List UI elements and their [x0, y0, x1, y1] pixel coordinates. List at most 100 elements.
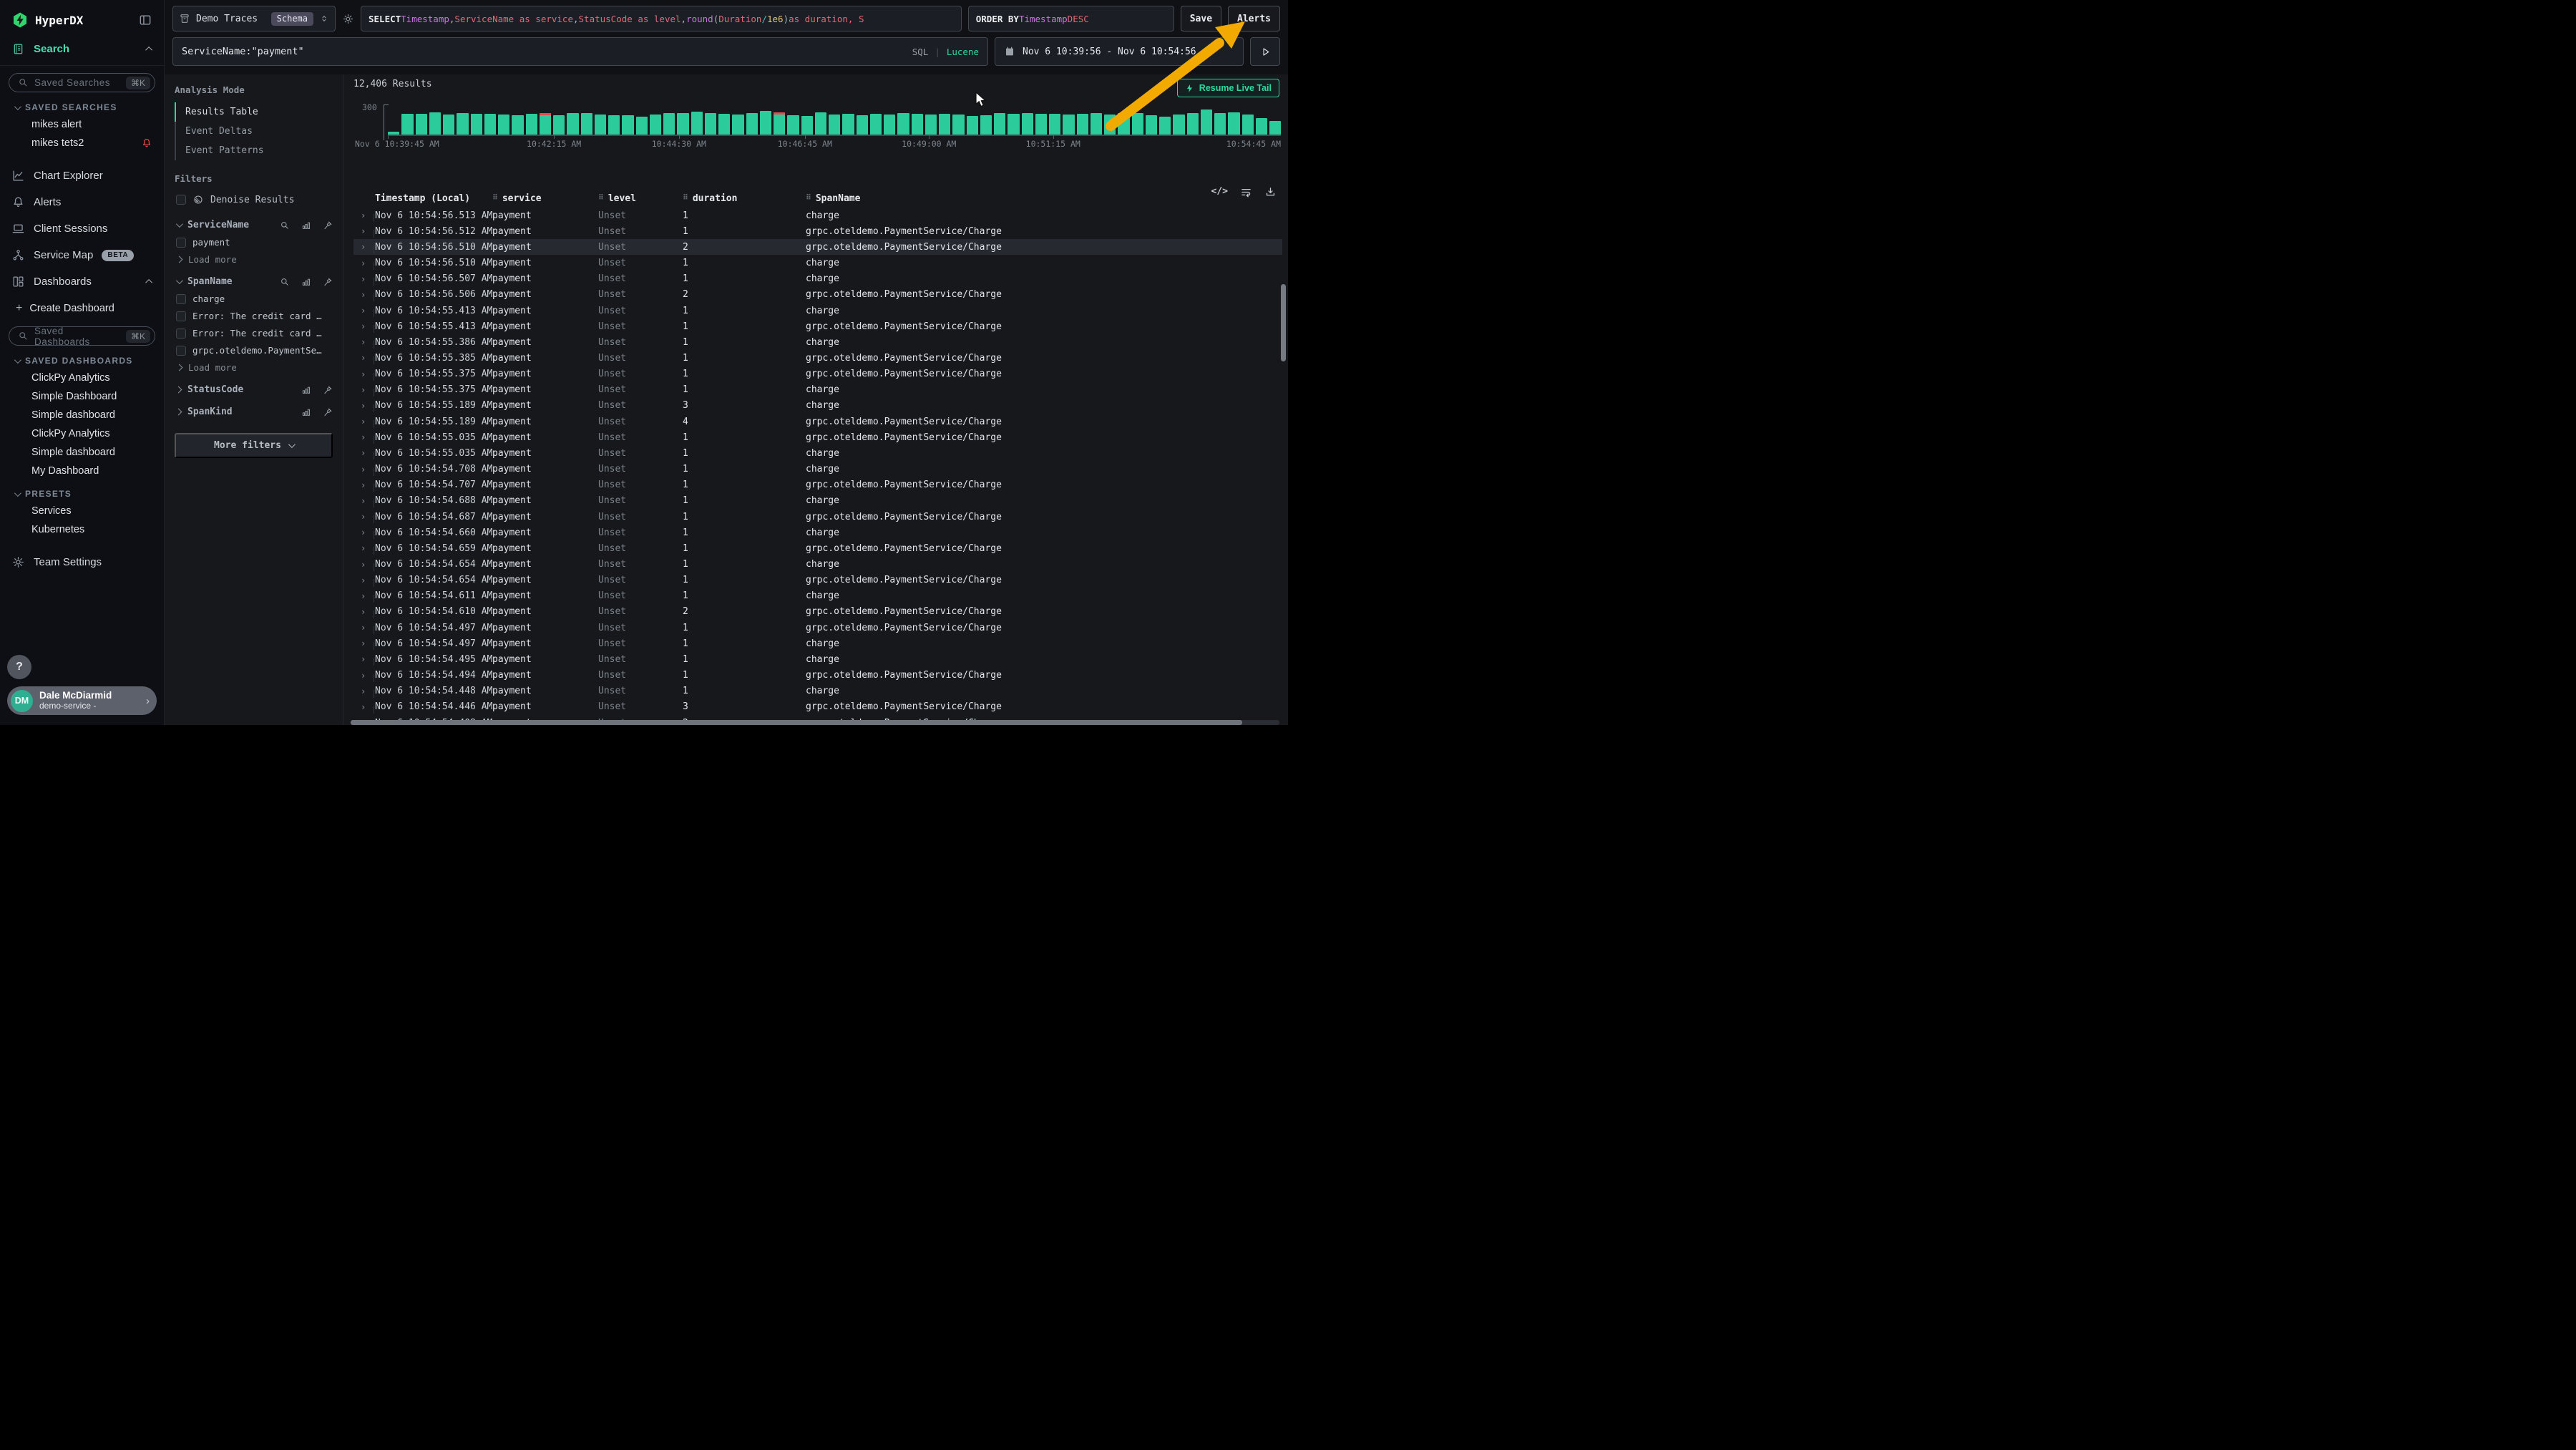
histogram-bar[interactable] [526, 114, 537, 135]
order-by-input[interactable]: ORDER BY Timestamp DESC [968, 6, 1174, 31]
table-row[interactable]: ›Nov 6 10:54:54.497 AMpaymentUnset1grpc.… [353, 620, 1282, 636]
table-row[interactable]: ›Nov 6 10:54:55.385 AMpaymentUnset1grpc.… [353, 350, 1282, 366]
checkbox[interactable] [176, 311, 186, 321]
saved-dashboard-item[interactable]: ClickPy Analytics [0, 424, 164, 443]
histogram-bar[interactable] [1228, 112, 1239, 135]
drag-grip-icon[interactable]: ⠿ [683, 195, 688, 202]
filter-group-header[interactable]: ServiceName [175, 220, 333, 230]
table-row[interactable]: ›Nov 6 10:54:56.510 AMpaymentUnset1charg… [353, 255, 1282, 271]
histogram-bar[interactable] [471, 114, 482, 135]
search-icon[interactable] [280, 220, 290, 230]
expand-row-chevron[interactable]: › [353, 274, 375, 284]
table-row[interactable]: ›Nov 6 10:54:54.654 AMpaymentUnset1charg… [353, 556, 1282, 572]
table-row[interactable]: ›Nov 6 10:54:55.035 AMpaymentUnset1grpc.… [353, 429, 1282, 445]
table-row[interactable]: ›Nov 6 10:54:54.659 AMpaymentUnset1grpc.… [353, 540, 1282, 556]
run-query-button[interactable] [1250, 37, 1280, 66]
expand-row-chevron[interactable]: › [353, 417, 375, 427]
expand-row-chevron[interactable]: › [353, 560, 375, 570]
drag-grip-icon[interactable]: ⠿ [492, 195, 498, 202]
drag-grip-icon[interactable]: ⠿ [806, 195, 811, 202]
bars-icon[interactable] [301, 385, 311, 395]
histogram-bar[interactable] [994, 113, 1005, 135]
expand-row-chevron[interactable]: › [353, 480, 375, 490]
more-filters-button[interactable]: More filters [175, 433, 333, 458]
filter-option[interactable]: grpc.oteldemo.PaymentSe… [176, 345, 333, 356]
sidebar-item-search[interactable]: Search [0, 36, 164, 62]
table-row[interactable]: ›Nov 6 10:54:56.506 AMpaymentUnset2grpc.… [353, 287, 1282, 303]
histogram-bar[interactable] [884, 115, 895, 135]
expand-row-chevron[interactable]: › [353, 543, 375, 553]
sidebar-item-team-settings[interactable]: Team Settings [0, 549, 164, 575]
expand-row-chevron[interactable]: › [353, 369, 375, 379]
histogram-bar[interactable] [1201, 110, 1212, 135]
search-query-input[interactable]: ServiceName:"payment" SQL | Lucene [172, 37, 988, 66]
sidebar-item-client-sessions[interactable]: Client Sessions [0, 215, 164, 242]
histogram-bar[interactable] [567, 113, 578, 135]
expand-row-chevron[interactable]: › [353, 432, 375, 442]
bars-icon[interactable] [301, 407, 311, 417]
histogram-bar[interactable] [787, 115, 799, 135]
histogram-bar[interactable] [663, 113, 675, 135]
saved-searches-header[interactable]: SAVED SEARCHES [0, 97, 164, 115]
histogram-bar[interactable] [746, 113, 758, 135]
expand-row-chevron[interactable]: › [353, 385, 375, 395]
filter-group-header[interactable]: SpanKind [175, 407, 333, 417]
histogram-bar[interactable] [870, 114, 882, 135]
help-button[interactable]: ? [7, 655, 31, 679]
histogram-bar[interactable] [1214, 113, 1226, 135]
expand-row-chevron[interactable]: › [353, 654, 375, 664]
histogram-bar[interactable] [842, 114, 854, 135]
checkbox[interactable] [176, 346, 186, 356]
histogram-bar[interactable] [1132, 113, 1143, 135]
histogram-bar[interactable] [1256, 118, 1267, 135]
expand-row-chevron[interactable]: › [353, 575, 375, 585]
expand-row-chevron[interactable]: › [353, 591, 375, 601]
filter-group-header[interactable]: StatusCode [175, 384, 333, 395]
table-row[interactable]: ›Nov 6 10:54:55.386 AMpaymentUnset1charg… [353, 334, 1282, 350]
histogram-bar[interactable] [980, 115, 992, 135]
expand-row-chevron[interactable]: › [353, 353, 375, 363]
search-icon[interactable] [280, 277, 290, 287]
resume-live-tail-button[interactable]: Resume Live Tail [1177, 79, 1279, 97]
table-row[interactable]: ›Nov 6 10:54:56.507 AMpaymentUnset1charg… [353, 271, 1282, 287]
lang-toggle-lucene[interactable]: Lucene [947, 47, 979, 57]
histogram-bar[interactable] [952, 115, 964, 135]
pin-icon[interactable] [323, 385, 333, 395]
analysis-mode-results-table[interactable]: Results Table [175, 102, 333, 122]
histogram-bar[interactable] [718, 114, 730, 135]
histogram-bar[interactable] [1008, 114, 1019, 135]
expand-row-chevron[interactable]: › [353, 623, 375, 633]
load-more-button[interactable]: Load more [177, 254, 333, 265]
table-row[interactable]: ›Nov 6 10:54:56.513 AMpaymentUnset1charg… [353, 208, 1282, 223]
histogram-bar[interactable] [650, 115, 661, 135]
saved-dashboards-header[interactable]: SAVED DASHBOARDS [0, 350, 164, 369]
expand-row-chevron[interactable]: › [353, 496, 375, 506]
table-row[interactable]: ›Nov 6 10:54:55.189 AMpaymentUnset4grpc.… [353, 414, 1282, 429]
table-row[interactable]: ›Nov 6 10:54:54.446 AMpaymentUnset3grpc.… [353, 699, 1282, 715]
column-header-service[interactable]: ⠿service [492, 193, 598, 204]
bars-icon[interactable] [301, 277, 311, 287]
expand-row-chevron[interactable]: › [353, 702, 375, 712]
sidebar-item-alerts[interactable]: Alerts [0, 189, 164, 215]
histogram-bar[interactable] [1242, 115, 1254, 135]
expand-row-chevron[interactable]: › [353, 686, 375, 696]
pin-icon[interactable] [323, 407, 333, 417]
saved-dashboard-item[interactable]: Simple Dashboard [0, 387, 164, 406]
histogram-bar[interactable] [897, 113, 909, 135]
table-row[interactable]: ›Nov 6 10:54:54.497 AMpaymentUnset1charg… [353, 636, 1282, 651]
saved-dashboards-input[interactable]: Saved Dashboards ⌘K [9, 326, 155, 346]
histogram-bar[interactable] [540, 113, 551, 135]
histogram-bar[interactable] [774, 112, 785, 135]
saved-searches-input[interactable]: Saved Searches ⌘K [9, 73, 155, 92]
expand-row-chevron[interactable]: › [353, 306, 375, 316]
date-range-picker[interactable]: Nov 6 10:39:56 - Nov 6 10:54:56 [995, 37, 1244, 66]
denoise-results-toggle[interactable]: Denoise Results [175, 191, 333, 208]
table-row[interactable]: ›Nov 6 10:54:55.375 AMpaymentUnset1grpc.… [353, 366, 1282, 382]
analysis-mode-event-deltas[interactable]: Event Deltas [175, 122, 333, 141]
histogram-bar[interactable] [967, 116, 978, 135]
checkbox[interactable] [176, 238, 186, 248]
histogram-bar[interactable] [401, 114, 413, 135]
column-header-duration[interactable]: ⠿duration [683, 193, 806, 204]
pin-icon[interactable] [323, 220, 333, 230]
histogram-bar[interactable] [622, 115, 633, 135]
